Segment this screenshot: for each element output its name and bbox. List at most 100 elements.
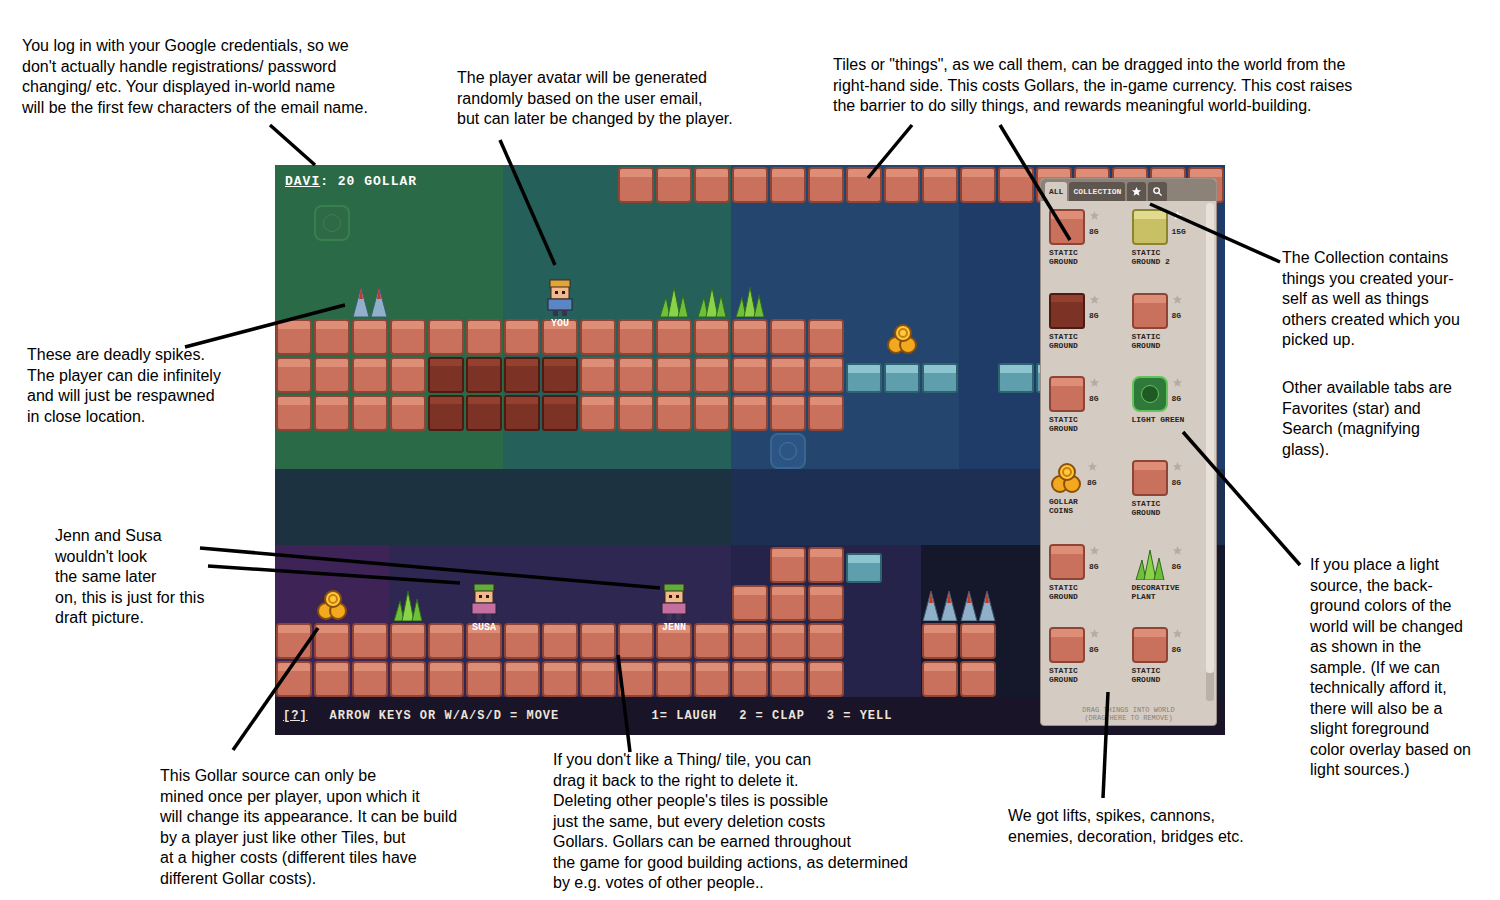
world-cell[interactable] [883,393,921,431]
ground-tile[interactable] [618,661,654,697]
bridge-tile[interactable] [846,363,882,393]
world-cell[interactable] [883,621,921,659]
world-cell[interactable] [731,469,769,507]
world-cell[interactable] [845,165,883,203]
ground-tile[interactable] [960,661,996,697]
dark-ground-tile[interactable] [1049,293,1085,329]
world-cell[interactable] [655,431,693,469]
world-cell[interactable] [503,545,541,583]
world-cell[interactable] [503,621,541,659]
world-cell[interactable] [769,241,807,279]
world-cell[interactable] [693,507,731,545]
world-cell[interactable] [807,317,845,355]
world-cell[interactable] [579,241,617,279]
ground-tile[interactable] [352,319,388,355]
world-cell[interactable] [693,241,731,279]
world-cell[interactable] [275,203,313,241]
world-cell[interactable] [427,203,465,241]
world-cell[interactable] [541,203,579,241]
world-cell[interactable] [465,279,503,317]
ground-tile[interactable] [618,319,654,355]
world-cell[interactable] [959,431,997,469]
ground-tile[interactable] [580,395,616,431]
world-cell[interactable] [655,355,693,393]
world-cell[interactable] [997,203,1035,241]
world-cell[interactable] [845,393,883,431]
world-cell[interactable] [655,165,693,203]
world-cell[interactable] [959,621,997,659]
world-cell[interactable] [275,241,313,279]
world-cell[interactable] [351,659,389,697]
light-source[interactable] [1132,376,1168,412]
world-cell[interactable] [921,583,959,621]
world-cell[interactable] [921,469,959,507]
world-cell[interactable] [845,279,883,317]
world-cell[interactable] [883,165,921,203]
world-cell[interactable] [351,279,389,317]
world-cell[interactable] [845,203,883,241]
world-cell[interactable] [617,545,655,583]
world-cell[interactable] [503,279,541,317]
world-cell[interactable] [807,279,845,317]
world-cell[interactable] [693,203,731,241]
world-cell[interactable] [579,507,617,545]
world-cell[interactable] [807,659,845,697]
world-cell[interactable] [541,507,579,545]
star-icon[interactable] [1172,210,1183,221]
world-cell[interactable] [465,507,503,545]
world-cell[interactable] [997,583,1035,621]
world-cell[interactable] [769,545,807,583]
world-cell[interactable] [655,203,693,241]
world-cell[interactable] [579,393,617,431]
world-cell[interactable] [731,431,769,469]
world-cell[interactable] [921,241,959,279]
world-cell[interactable] [427,659,465,697]
world-cell[interactable] [807,545,845,583]
ground-tile[interactable] [808,319,844,355]
world-cell[interactable] [997,469,1035,507]
ground-tile[interactable] [542,623,578,659]
world-cell[interactable] [427,165,465,203]
ground-tile[interactable] [428,623,464,659]
world-cell[interactable] [883,203,921,241]
ground-tile[interactable] [314,661,350,697]
world-cell[interactable] [465,469,503,507]
world-cell[interactable]: JENN [655,583,693,621]
ground-tile[interactable] [314,395,350,431]
world-cell[interactable] [845,545,883,583]
world-cell[interactable] [731,241,769,279]
world-cell[interactable] [769,317,807,355]
star-icon[interactable] [1089,210,1100,221]
world-cell[interactable] [427,393,465,431]
world-cell[interactable] [997,393,1035,431]
world-cell[interactable] [959,469,997,507]
ground-tile[interactable] [1049,209,1085,245]
ground-tile[interactable] [922,623,958,659]
world-cell[interactable] [921,203,959,241]
thing-item[interactable]: 8GSTATIC GROUND [1041,536,1124,620]
world-cell[interactable] [427,507,465,545]
world-cell[interactable] [921,393,959,431]
world-cell[interactable] [921,545,959,583]
world-cell[interactable] [579,469,617,507]
world-cell[interactable] [465,545,503,583]
world-cell[interactable] [465,241,503,279]
world-cell[interactable] [275,583,313,621]
ground-tile[interactable] [846,167,882,203]
bridge-tile[interactable] [998,363,1034,393]
ground-tile[interactable] [770,661,806,697]
world-cell[interactable] [351,621,389,659]
world-cell[interactable] [389,469,427,507]
world-cell[interactable] [389,545,427,583]
dark-ground-tile[interactable] [542,395,578,431]
bridge-tile[interactable] [884,363,920,393]
world-cell[interactable] [617,431,655,469]
world-cell[interactable] [313,203,351,241]
world-cell[interactable] [389,583,427,621]
world-cell[interactable] [959,165,997,203]
world-cell[interactable] [807,431,845,469]
world-cell[interactable] [313,355,351,393]
bridge-tile[interactable] [922,363,958,393]
star-icon[interactable] [1087,461,1098,472]
world-cell[interactable] [313,659,351,697]
